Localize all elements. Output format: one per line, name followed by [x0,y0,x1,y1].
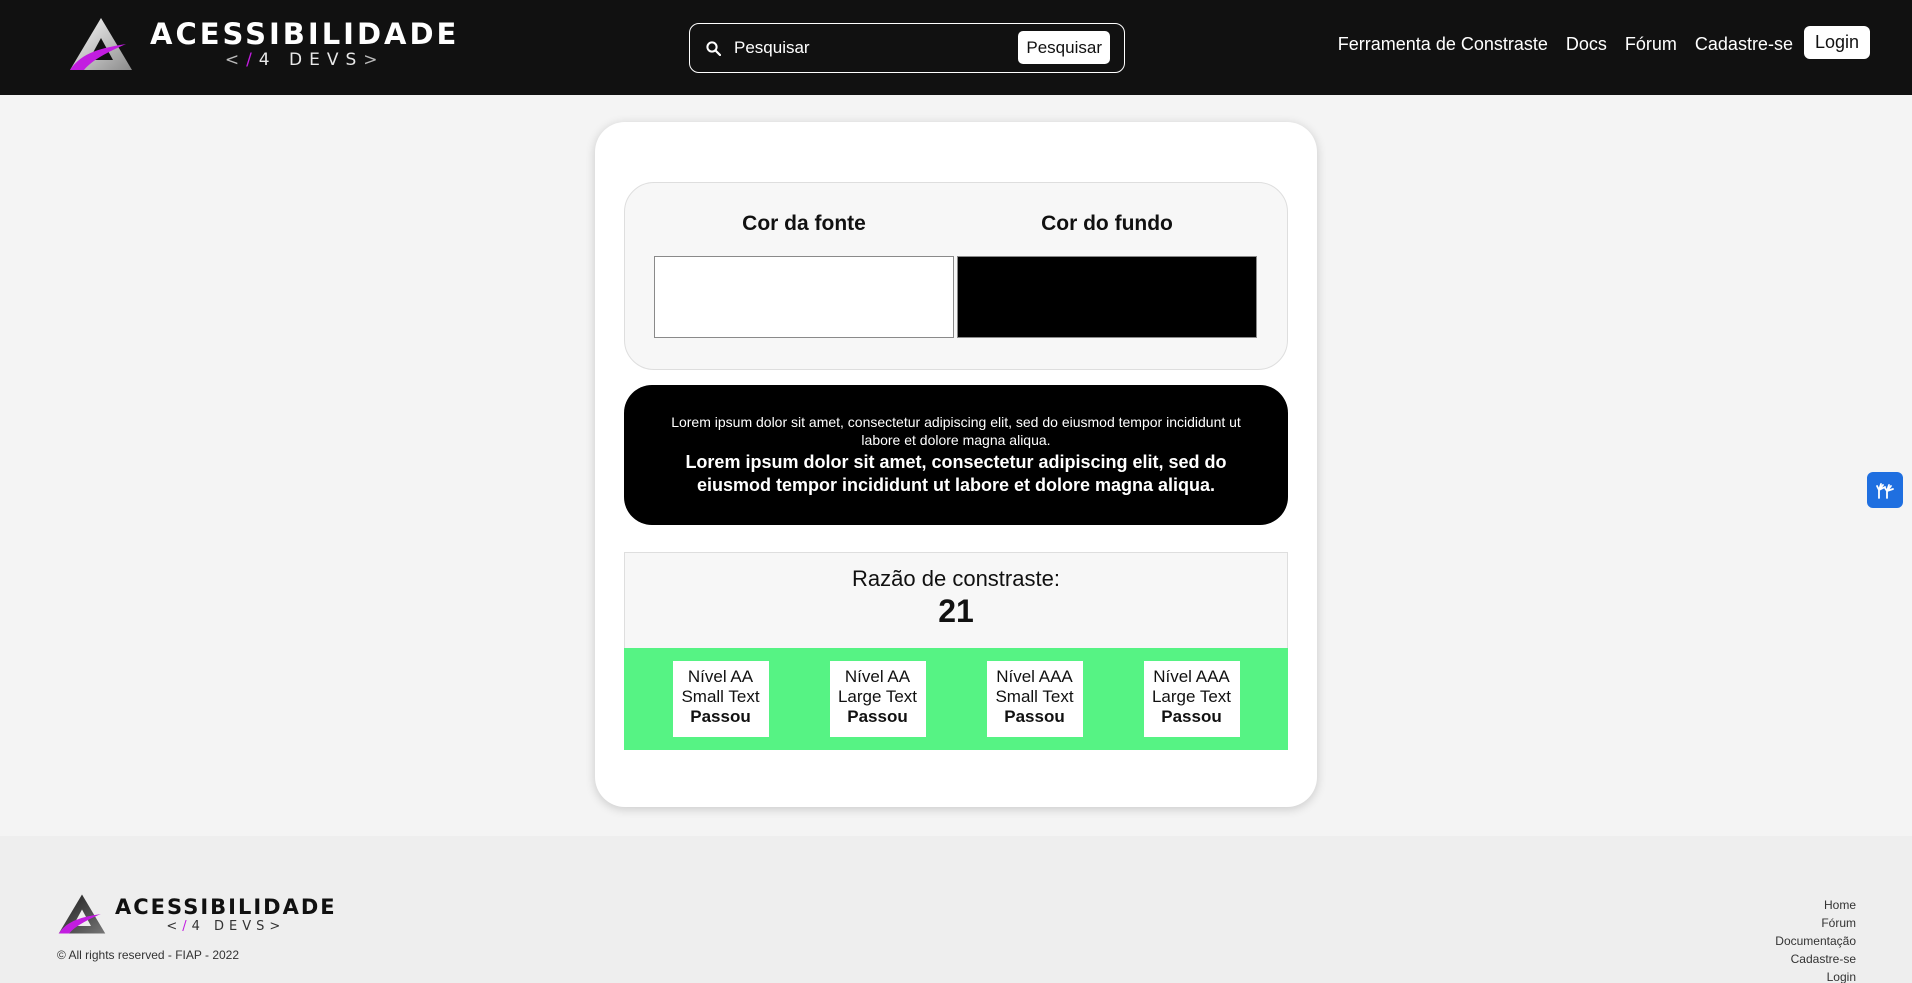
nav-docs[interactable]: Docs [1566,34,1607,55]
footer: ACESSIBILIDADE </4 DEVS> © All rights re… [0,836,1912,983]
level-name: Nível AAA [996,667,1073,686]
main-nav: Ferramenta de Constraste Docs Fórum Cada… [1320,26,1870,59]
footer-links: Home Fórum Documentação Cadastre-se Logi… [1775,896,1856,983]
wcag-levels-bar: Nível AA Small Text Passou Nível AA Larg… [624,648,1288,750]
level-size: Small Text [995,687,1074,706]
level-name: Nível AAA [1153,667,1230,686]
font-color-column: Cor da fonte [654,211,954,338]
level-aaa-small: Nível AAA Small Text Passou [986,661,1083,737]
sign-language-hands-icon [1876,483,1894,499]
footer-logo-subtitle: </4 DEVS> [166,918,286,934]
contrast-ratio-label: Razão de constraste: [852,566,1060,591]
footer-link-login[interactable]: Login [1775,968,1856,983]
level-size: Small Text [681,687,760,706]
footer-link-signup[interactable]: Cadastre-se [1775,950,1856,968]
header: ACESSIBILIDADE </4 DEVS> Pesquisar Ferra… [0,0,1912,95]
level-name: Nível AA [687,667,754,686]
login-button[interactable]: Login [1803,26,1870,59]
preview-large-text: Lorem ipsum dolor sit amet, consectetur … [685,452,1227,495]
contrast-preview: Lorem ipsum dolor sit amet, consectetur … [624,385,1288,525]
footer-logo-title: ACESSIBILIDADE [115,894,337,919]
level-aaa-large: Nível AAA Large Text Passou [1143,661,1240,737]
color-picker-panel: Cor da fonte Cor do fundo [624,182,1288,370]
level-result: Passou [690,707,751,726]
level-name: Nível AA [844,667,911,686]
contrast-ratio-value: 21 [938,593,974,629]
header-logo[interactable]: ACESSIBILIDADE </4 DEVS> [68,16,459,72]
footer-link-forum[interactable]: Fórum [1775,914,1856,932]
nav-signup[interactable]: Cadastre-se [1695,34,1793,55]
level-result: Passou [847,707,908,726]
nav-forum[interactable]: Fórum [1625,34,1677,55]
nav-contrast-tool[interactable]: Ferramenta de Constraste [1338,34,1548,55]
level-result: Passou [1004,707,1065,726]
bg-color-picker[interactable] [957,256,1257,338]
triangle-logo-icon [58,894,106,934]
font-color-picker[interactable] [654,256,954,338]
search-bar: Pesquisar [689,23,1125,73]
level-size: Large Text [1151,687,1232,706]
sign-language-widget-button[interactable] [1867,472,1903,508]
search-button[interactable]: Pesquisar [1018,31,1110,64]
copyright-text: © All rights reserved - FIAP - 2022 [57,948,240,962]
footer-logo[interactable]: ACESSIBILIDADE </4 DEVS> [57,893,337,935]
logo-title: ACESSIBILIDADE [150,17,460,51]
footer-link-home[interactable]: Home [1775,896,1856,914]
triangle-logo-icon [70,18,132,70]
preview-small-text: Lorem ipsum dolor sit amet, consectetur … [671,414,1241,448]
level-result: Passou [1161,707,1222,726]
footer-link-docs[interactable]: Documentação [1775,932,1856,950]
level-size: Large Text [837,687,918,706]
contrast-ratio-box: Razão de constraste: 21 [624,552,1288,648]
bg-color-label: Cor do fundo [1041,212,1173,235]
level-aa-small: Nível AA Small Text Passou [672,661,769,737]
search-icon [704,39,722,57]
font-color-label: Cor da fonte [742,212,866,235]
logo-subtitle: </4 DEVS> [224,50,385,70]
contrast-checker-card: Cor da fonte Cor do fundo Lorem ipsum do… [595,122,1317,807]
bg-color-column: Cor do fundo [957,211,1257,338]
level-aa-large: Nível AA Large Text Passou [829,661,926,737]
search-input[interactable] [734,38,1014,58]
